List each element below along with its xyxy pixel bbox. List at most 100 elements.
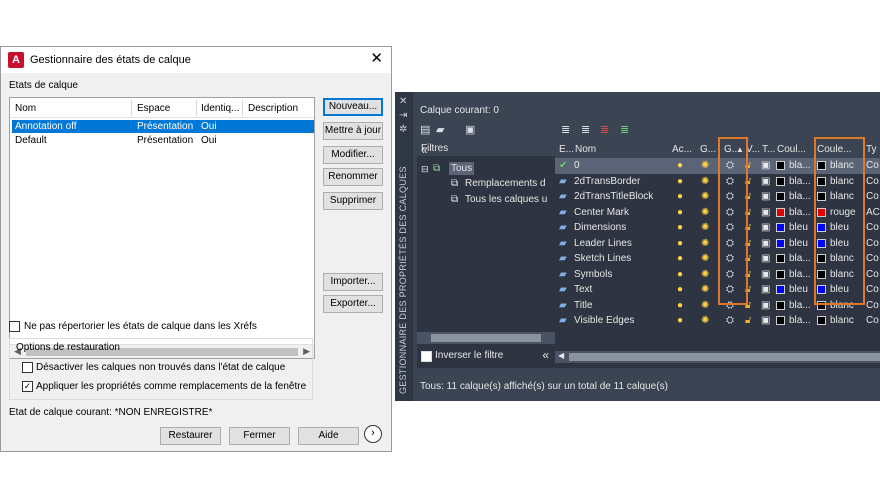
list-row-annotation-off[interactable]: Annotation off Présentation Oui	[12, 120, 314, 133]
disable-missing-checkbox[interactable]	[22, 362, 33, 373]
new-property-filter-icon[interactable]: ▤	[420, 123, 430, 136]
layer-linetype[interactable]: Co	[866, 191, 879, 202]
restore-button[interactable]: Restaurer	[160, 427, 221, 445]
printer-icon[interactable]: ▣	[761, 315, 770, 326]
color-swatch[interactable]	[776, 285, 785, 294]
xrefs-checkbox[interactable]	[9, 321, 20, 332]
filters-scrollbar[interactable]	[417, 332, 555, 344]
bulb-icon[interactable]: ●	[677, 176, 683, 187]
layer-color[interactable]: bla...	[789, 176, 811, 187]
vp-freeze-icon[interactable]: ⛭	[726, 315, 734, 326]
layer-color[interactable]: bleu	[789, 238, 808, 249]
col-freeze[interactable]: G...	[700, 144, 716, 155]
printer-icon[interactable]: ▣	[761, 300, 770, 311]
bulb-icon[interactable]: ●	[677, 207, 683, 218]
collapse-filters-icon[interactable]: «	[421, 143, 549, 157]
update-button[interactable]: Mettre à jour	[323, 122, 383, 140]
bulb-icon[interactable]: ●	[677, 160, 683, 171]
bulb-icon[interactable]: ●	[677, 300, 683, 311]
bulb-icon[interactable]: ●	[677, 238, 683, 249]
sun-icon[interactable]: ✺	[701, 238, 709, 249]
apply-overrides-checkbox[interactable]: ✓	[22, 381, 33, 392]
expand-arrow-icon[interactable]: ›	[364, 425, 382, 443]
printer-icon[interactable]: ▣	[761, 176, 770, 187]
layer-linetype[interactable]: Co	[866, 253, 879, 264]
layer-row[interactable]: ▰ Visible Edges ● ✺ ⛭ 🔓︎ ▣ bla... blanc Co	[555, 313, 880, 329]
col-description[interactable]: Description	[248, 103, 298, 114]
layer-linetype[interactable]: Co	[866, 284, 879, 295]
color-swatch[interactable]	[776, 238, 785, 248]
printer-icon[interactable]: ▣	[761, 191, 770, 202]
close-icon[interactable]: ✕	[399, 96, 407, 107]
tree-item-used[interactable]: Tous les calques u	[465, 194, 547, 205]
col-nom[interactable]: Nom	[15, 103, 36, 114]
col-status[interactable]: E...	[559, 144, 574, 155]
layer-color[interactable]: bla...	[789, 300, 811, 311]
layer-linetype[interactable]: Co	[866, 238, 879, 249]
new-layer-icon[interactable]: ≣	[561, 123, 570, 136]
sun-icon[interactable]: ✺	[701, 315, 709, 326]
bulb-icon[interactable]: ●	[677, 222, 683, 233]
layer-states-manager-icon[interactable]: ▣	[465, 123, 475, 136]
layer-linetype[interactable]: Co	[866, 176, 879, 187]
color-swatch[interactable]	[776, 223, 785, 232]
layer-color[interactable]: bla...	[789, 160, 811, 171]
layer-color[interactable]: bla...	[789, 191, 811, 202]
new-group-filter-icon[interactable]: ▰	[436, 123, 444, 136]
layer-linetype[interactable]: Co	[866, 160, 879, 171]
col-color[interactable]: Coul...	[777, 144, 806, 155]
color-swatch[interactable]	[776, 161, 785, 170]
export-button[interactable]: Exporter...	[323, 295, 383, 313]
color-swatch[interactable]	[776, 316, 785, 325]
delete-layer-icon[interactable]: ≣	[600, 123, 609, 136]
col-espace[interactable]: Espace	[137, 103, 170, 114]
bulb-icon[interactable]: ●	[677, 269, 683, 280]
sun-icon[interactable]: ✺	[701, 300, 709, 311]
layer-linetype[interactable]: AC	[866, 207, 880, 218]
list-row-default[interactable]: Default Présentation Oui	[12, 134, 314, 147]
bulb-icon[interactable]: ●	[677, 284, 683, 295]
new-layer-frozen-icon[interactable]: ≣	[581, 123, 590, 136]
col-vp-freeze[interactable]: V...	[746, 144, 760, 155]
sun-icon[interactable]: ✺	[701, 269, 709, 280]
color-swatch[interactable]	[776, 269, 785, 279]
layer-grid-scrollbar[interactable]: ◀	[555, 351, 880, 363]
rename-button[interactable]: Renommer	[323, 168, 383, 186]
lock-icon[interactable]: 🔓︎	[745, 315, 751, 326]
layer-vp-color[interactable]: blanc	[830, 315, 854, 326]
col-on[interactable]: Ac...	[672, 144, 692, 155]
set-current-icon[interactable]: ≣	[620, 123, 629, 136]
edit-button[interactable]: Modifier...	[323, 146, 383, 164]
sun-icon[interactable]: ✺	[701, 191, 709, 202]
pin-icon[interactable]: ⇥	[399, 110, 407, 121]
sun-icon[interactable]: ✺	[701, 284, 709, 295]
printer-icon[interactable]: ▣	[761, 222, 770, 233]
col-plot[interactable]: T...	[762, 144, 775, 155]
collapse-panel-icon[interactable]: «	[542, 348, 549, 362]
scroll-left-icon[interactable]: ◀	[558, 351, 564, 360]
tree-item-all[interactable]: Tous	[449, 162, 475, 175]
invert-filter-checkbox[interactable]	[421, 351, 432, 362]
col-name[interactable]: Nom	[575, 144, 596, 155]
printer-icon[interactable]: ▣	[761, 253, 770, 264]
tree-item-overrides[interactable]: Remplacements d	[465, 178, 546, 189]
layer-states-list[interactable]: Nom Espace Identiq... Description Annota…	[9, 97, 315, 359]
new-button[interactable]: Nouveau...	[323, 98, 383, 116]
layer-linetype[interactable]: Co	[866, 300, 879, 311]
layer-linetype[interactable]: Co	[866, 315, 879, 326]
layer-linetype[interactable]: Co	[866, 269, 879, 280]
layer-linetype[interactable]: Co	[866, 222, 879, 233]
bulb-icon[interactable]: ●	[677, 253, 683, 264]
printer-icon[interactable]: ▣	[761, 238, 770, 249]
layer-color[interactable]: bleu	[789, 222, 808, 233]
sun-icon[interactable]: ✺	[701, 253, 709, 264]
color-swatch[interactable]	[776, 300, 785, 310]
layer-color[interactable]: bla...	[789, 315, 811, 326]
sun-icon[interactable]: ✺	[701, 207, 709, 218]
printer-icon[interactable]: ▣	[761, 269, 770, 280]
close-button[interactable]: Fermer	[229, 427, 290, 445]
layer-color[interactable]: bla...	[789, 269, 811, 280]
import-button[interactable]: Importer...	[323, 273, 383, 291]
layer-color[interactable]: bleu	[789, 284, 808, 295]
sun-icon[interactable]: ✺	[701, 160, 709, 171]
